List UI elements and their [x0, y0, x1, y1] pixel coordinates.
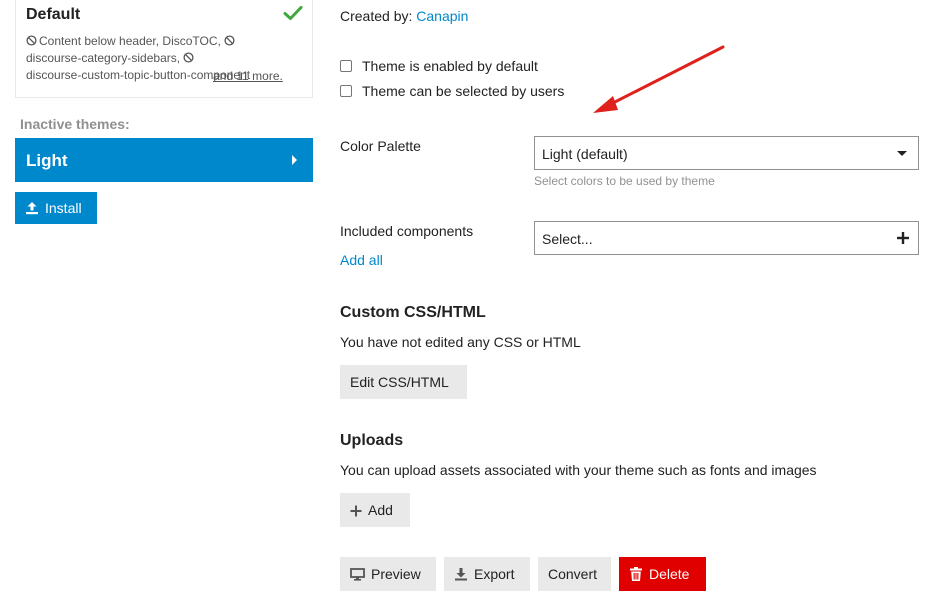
edit-css-html-label: Edit CSS/HTML: [350, 374, 449, 390]
checkbox-label: Theme is enabled by default: [362, 58, 538, 74]
inactive-themes-label: Inactive themes:: [20, 116, 130, 132]
created-by: Created by: Canapin: [340, 8, 468, 24]
enabled-by-default-checkbox[interactable]: [340, 60, 352, 72]
theme-components-list: Content below header, DiscoTOC, discours…: [26, 33, 302, 84]
uploads-title: Uploads: [340, 432, 404, 449]
trash-icon: [630, 567, 642, 581]
download-icon: [455, 568, 467, 581]
active-theme-card[interactable]: Default Content below header, DiscoTOC, …: [15, 0, 313, 98]
preview-button[interactable]: Preview: [340, 557, 436, 591]
uploads-description: You can upload assets associated with yo…: [340, 462, 817, 478]
delete-button[interactable]: Delete: [619, 557, 706, 591]
annotation-arrow: [593, 45, 725, 113]
enabled-by-default-row[interactable]: Theme is enabled by default: [340, 58, 538, 74]
more-components-link[interactable]: and 11 more.: [213, 68, 283, 85]
add-all-link[interactable]: Add all: [340, 252, 383, 268]
export-button[interactable]: Export: [444, 557, 530, 591]
caret-down-icon: [897, 151, 907, 156]
upload-icon: [26, 202, 38, 215]
plus-icon: [897, 232, 909, 244]
color-palette-label: Color Palette: [340, 138, 421, 154]
ban-icon: [224, 35, 235, 46]
export-label: Export: [474, 566, 515, 582]
theme-item-light[interactable]: Light: [15, 138, 313, 182]
created-by-label: Created by:: [340, 8, 413, 24]
convert-label: Convert: [548, 566, 598, 582]
custom-css-description: You have not edited any CSS or HTML: [340, 334, 581, 350]
delete-label: Delete: [649, 566, 690, 582]
included-components-placeholder: Select...: [542, 231, 593, 247]
check-icon: [283, 6, 303, 20]
component-name: Content below header, DiscoTOC,: [39, 34, 221, 48]
preview-label: Preview: [371, 566, 421, 582]
edit-css-html-button[interactable]: Edit CSS/HTML: [340, 365, 467, 399]
ban-icon: [183, 52, 194, 63]
plus-icon: [350, 505, 362, 517]
install-button-label: Install: [45, 200, 82, 216]
install-button[interactable]: Install: [15, 192, 97, 224]
user-selectable-checkbox[interactable]: [340, 85, 352, 97]
theme-item-label: Light: [26, 151, 68, 170]
convert-button[interactable]: Convert: [538, 557, 611, 591]
checkbox-label: Theme can be selected by users: [362, 83, 565, 99]
ban-icon: [26, 35, 37, 46]
themes-sidebar: Default Content below header, DiscoTOC, …: [15, 0, 313, 224]
theme-name: Default: [26, 6, 81, 23]
author-link[interactable]: Canapin: [416, 8, 468, 24]
add-upload-button[interactable]: Add: [340, 493, 410, 527]
custom-css-title: Custom CSS/HTML: [340, 304, 486, 321]
included-components-label: Included components: [340, 223, 474, 239]
caret-right-icon: [292, 155, 297, 165]
desktop-icon: [350, 568, 365, 581]
color-palette-select[interactable]: Light (default): [534, 136, 919, 170]
add-upload-label: Add: [368, 502, 393, 518]
included-components-select[interactable]: Select...: [534, 221, 919, 255]
component-name: discourse-category-sidebars,: [26, 51, 181, 65]
user-selectable-row[interactable]: Theme can be selected by users: [340, 83, 564, 99]
color-palette-value: Light (default): [542, 146, 628, 162]
color-palette-help: Select colors to be used by theme: [534, 174, 715, 188]
